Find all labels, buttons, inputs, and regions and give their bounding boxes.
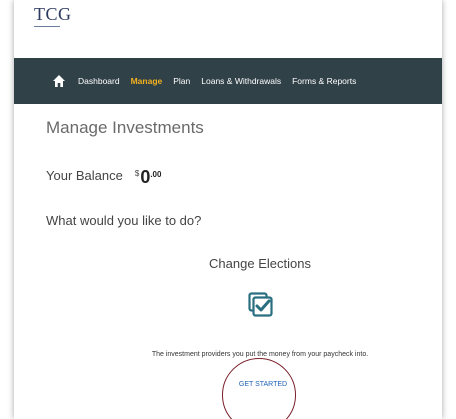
app-window: TCG Dashboard Manage Plan Loans & Withdr…	[14, 0, 442, 419]
nav-item-plan[interactable]: Plan	[173, 76, 190, 86]
logo-text: TCG	[34, 4, 72, 24]
nav-item-dashboard[interactable]: Dashboard	[78, 76, 120, 86]
logo-underline	[34, 26, 60, 27]
nav-item-forms-reports[interactable]: Forms & Reports	[292, 76, 356, 86]
action-description: The investment providers you put the mon…	[151, 351, 369, 358]
tcg-logo[interactable]: TCG	[34, 4, 72, 27]
balance-row: Your Balance $ 0 .00	[46, 167, 161, 188]
header: TCG	[14, 0, 442, 58]
balance-currency: $	[134, 169, 140, 178]
checklist-icon[interactable]	[248, 292, 274, 318]
get-started-link[interactable]: GET STARTED	[224, 381, 302, 388]
home-icon[interactable]	[52, 74, 66, 88]
change-elections-title: Change Elections	[209, 256, 311, 271]
main-nav: Dashboard Manage Plan Loans & Withdrawal…	[14, 58, 442, 104]
action-question: What would you like to do?	[46, 213, 202, 228]
nav-item-loans-withdrawals[interactable]: Loans & Withdrawals	[201, 76, 281, 86]
balance-cents: .00	[150, 170, 162, 179]
balance-whole: 0	[140, 167, 151, 187]
balance-label: Your Balance	[46, 168, 123, 183]
page-title: Manage Investments	[46, 118, 204, 137]
nav-item-manage[interactable]: Manage	[131, 76, 163, 86]
main-content: Manage Investments Your Balance $ 0 .00 …	[14, 104, 442, 419]
